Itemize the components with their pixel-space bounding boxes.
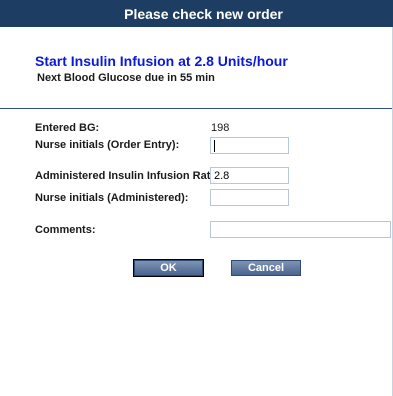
ok-button[interactable]: OK <box>133 259 204 277</box>
nurse-initials-order-label: Nurse initials (Order Entry): <box>35 139 180 151</box>
order-instruction: Start Insulin Infusion at 2.8 Units/hour <box>35 53 288 69</box>
cancel-button[interactable]: Cancel <box>231 260 301 276</box>
entered-bg-label: Entered BG: <box>35 122 100 134</box>
nurse-initials-admin-label: Nurse initials (Administered): <box>35 192 189 204</box>
comments-label: Comments: <box>35 224 96 236</box>
dialog-titlebar: Please check new order <box>0 0 393 27</box>
nurse-initials-admin-input[interactable] <box>210 189 289 206</box>
comments-input[interactable] <box>210 221 391 238</box>
nurse-initials-order-input[interactable] <box>210 137 289 154</box>
administered-rate-input[interactable] <box>210 167 289 184</box>
next-blood-glucose-note: Next Blood Glucose due in 55 min <box>37 72 215 84</box>
text-cursor <box>214 140 215 152</box>
dialog-title: Please check new order <box>124 5 283 22</box>
section-divider <box>0 108 393 109</box>
administered-rate-label: Administered Insulin Infusion Rate: <box>35 170 221 182</box>
order-dialog: Please check new order Start Insulin Inf… <box>0 0 393 396</box>
entered-bg-value: 198 <box>211 122 230 134</box>
